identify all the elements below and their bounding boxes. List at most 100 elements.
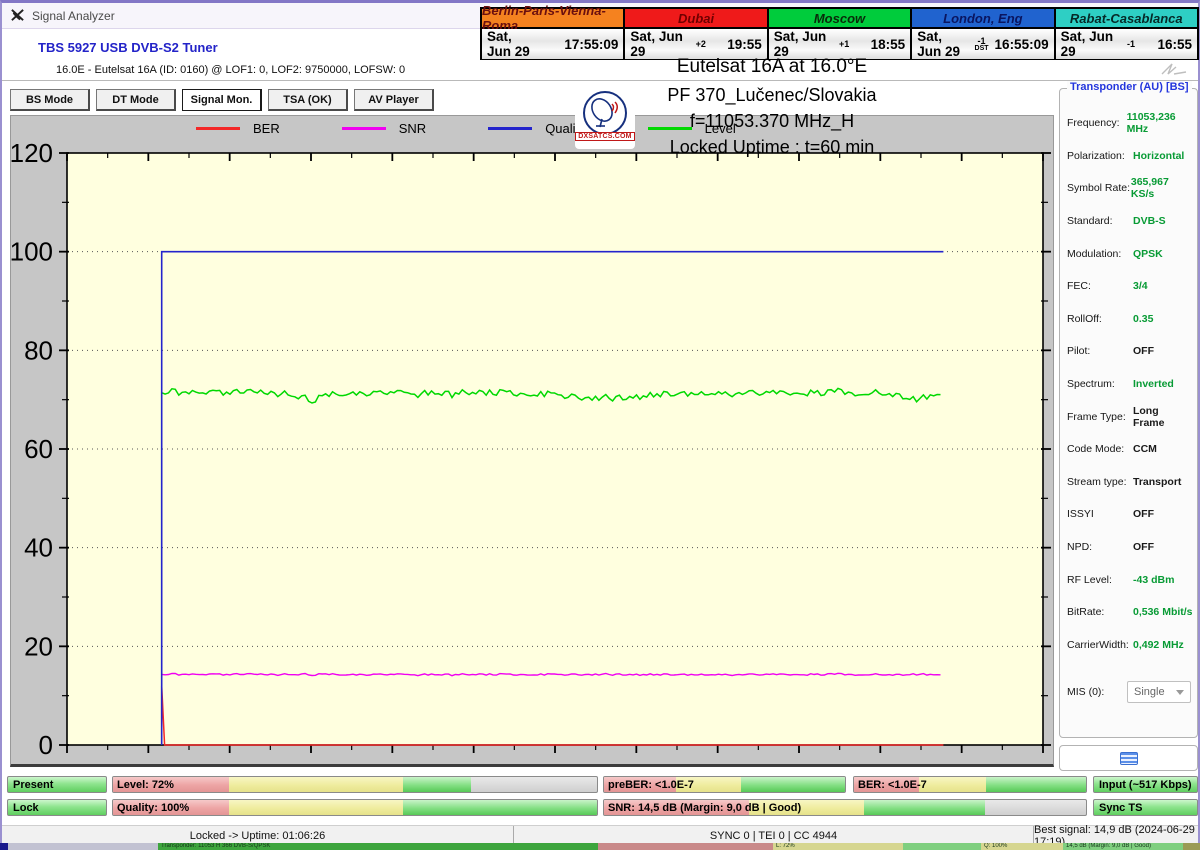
signal-chart: 020406080100120: [11, 116, 1053, 764]
bar-zone-green: [864, 800, 985, 815]
transponder-label: RF Level:: [1067, 574, 1133, 586]
transponder-row: NPD:OFF: [1067, 531, 1193, 564]
bar-zone-green: [986, 777, 1086, 792]
tab-av-player[interactable]: AV Player: [354, 89, 434, 111]
clock-time: Sat, Jun 29+219:55: [625, 29, 766, 59]
transponder-label: Modulation:: [1067, 248, 1133, 260]
bar-zone-green: [403, 777, 471, 792]
clock-5: Rabat-CasablancaSat, Jun 29-116:55: [1056, 9, 1197, 59]
transponder-label: Spectrum:: [1067, 378, 1133, 390]
transponder-row: Frame Type:Long Frame: [1067, 400, 1193, 433]
transponder-value: OFF: [1133, 508, 1154, 520]
legend-swatch: [196, 127, 240, 130]
mis-dropdown[interactable]: Single: [1127, 681, 1191, 703]
clock-2: DubaiSat, Jun 29+219:55: [625, 9, 766, 59]
clock-time: Sat, Jun 29+118:55: [769, 29, 910, 59]
bar-zone-yellow: [919, 777, 986, 792]
transponder-label: Code Mode:: [1067, 443, 1133, 455]
tab-bs-mode[interactable]: BS Mode: [10, 89, 90, 111]
transponder-row: FEC:3/4: [1067, 270, 1193, 303]
tab-tsa-ok-[interactable]: TSA (OK): [268, 89, 348, 111]
sync-ts-label: Sync TS: [1099, 802, 1142, 814]
bar-label: SNR: 14,5 dB (Margin: 9,0 dB | Good): [608, 800, 801, 815]
transponder-row: Pilot:OFF: [1067, 335, 1193, 368]
clock-city: London, Eng: [912, 9, 1053, 29]
transponder-label: Frame Type:: [1067, 411, 1133, 423]
transponder-row: RF Level:-43 dBm: [1067, 563, 1193, 596]
watermark-signature: [1160, 61, 1190, 77]
transponder-row: ISSYIOFF: [1067, 498, 1193, 531]
strip-segment: [1183, 843, 1200, 850]
svg-text:100: 100: [11, 237, 53, 267]
transponder-label: ISSYI: [1067, 508, 1133, 520]
tab-dt-mode[interactable]: DT Mode: [96, 89, 176, 111]
bar-zone-green: [741, 777, 845, 792]
transponder-value: Transport: [1133, 476, 1181, 488]
signal-chart-panel: BERSNRQualityLevel 020406080100120: [10, 115, 1054, 767]
legend-swatch: [342, 127, 386, 130]
clock-city: Berlin-Paris-Vienna-Roma: [482, 9, 623, 29]
strip-segment: Transponder: 11053 H 366 DVB-S/QPSK: [158, 843, 598, 850]
record-button[interactable]: [1059, 745, 1198, 771]
transponder-value: QPSK: [1133, 248, 1163, 260]
transponder-label: NPD:: [1067, 541, 1133, 553]
clock-time: Sat, Jun 29-116:55: [1056, 29, 1197, 59]
bar-zone-yellow: [229, 800, 403, 815]
quality-bar: Quality: 100%: [112, 799, 598, 816]
clock-3: MoscowSat, Jun 29+118:55: [769, 9, 910, 59]
transponder-panel: Transponder (AU) [BS] Frequency:11053,23…: [1059, 88, 1198, 738]
world-clocks: Berlin-Paris-Vienna-RomaSat, Jun 2917:55…: [480, 7, 1199, 60]
transponder-value: -43 dBm: [1133, 574, 1174, 586]
window-title: Signal Analyzer: [32, 9, 115, 23]
transponder-value: 0,536 Mbit/s: [1133, 606, 1193, 618]
logo-dish-icon: [583, 91, 627, 135]
transponder-value: Long Frame: [1133, 405, 1193, 429]
legend-item-ber: BER: [196, 121, 280, 136]
transponder-value: 11053,236 MHz: [1127, 111, 1193, 135]
tuner-name: TBS 5927 USB DVB-S2 Tuner: [38, 40, 218, 55]
legend-swatch: [488, 127, 532, 130]
transponder-row: RollOff:0.35: [1067, 303, 1193, 336]
transponder-value: Inverted: [1133, 378, 1174, 390]
clock-time: Sat, Jun 2917:55:09: [482, 29, 623, 59]
strip-segment: 14,5 dB (Margin: 9,0 dB | Good): [1063, 843, 1183, 850]
signal-analyzer-window: Signal Analyzer Berlin-Paris-Vienna-Roma…: [0, 0, 1200, 843]
clock-4: London, EngSat, Jun 29-1DST16:55:09: [912, 9, 1053, 59]
bar-label: preBER: <1.0E-7: [608, 777, 694, 792]
transponder-label: RollOff:: [1067, 313, 1133, 325]
bar-label: BER: <1.0E-7: [858, 777, 927, 792]
transponder-label: Standard:: [1067, 215, 1133, 227]
preber-bar: preBER: <1.0E-7: [603, 776, 846, 793]
logo-caption: DXSATCS.COM: [575, 132, 634, 141]
transponder-label: CarrierWidth:: [1067, 639, 1133, 651]
strip-segment: [598, 843, 773, 850]
mis-label: MIS (0):: [1067, 686, 1127, 698]
mode-tabs: BS Mode DT Mode Signal Mon. TSA (OK) AV Play…: [10, 89, 434, 111]
svg-text:120: 120: [11, 138, 53, 168]
strip-segment: [0, 843, 8, 850]
legend-label: BER: [253, 121, 280, 136]
satellite-dish-icon: [10, 8, 25, 23]
transponder-row: Standard:DVB-S: [1067, 205, 1193, 238]
sync-ts-indicator: Sync TS: [1093, 799, 1198, 816]
dxsatcs-logo: DXSATCS.COM: [575, 91, 635, 149]
transponder-row: Stream type:Transport: [1067, 466, 1193, 499]
transponder-label: Pilot:: [1067, 345, 1133, 357]
transponder-rows: Frequency:11053,236 MHzPolarization:Hori…: [1067, 107, 1193, 661]
bar-label: Quality: 100%: [117, 800, 189, 815]
tab-signal-mon-[interactable]: Signal Mon.: [182, 89, 262, 111]
transponder-row: Spectrum:Inverted: [1067, 368, 1193, 401]
transponder-value: OFF: [1133, 541, 1154, 553]
transponder-value: 0,492 MHz: [1133, 639, 1184, 651]
input-label: Input (~517 Kbps): [1099, 779, 1192, 791]
transponder-row: CarrierWidth:0,492 MHz: [1067, 629, 1193, 662]
snr-bar: SNR: 14,5 dB (Margin: 9,0 dB | Good): [603, 799, 1087, 816]
svg-text:40: 40: [24, 533, 53, 563]
transponder-label: BitRate:: [1067, 606, 1133, 618]
transponder-value: 0.35: [1133, 313, 1153, 325]
legend-item-snr: SNR: [342, 121, 426, 136]
strip-segment: L: 72%: [773, 843, 903, 850]
transponder-panel-title: Transponder (AU) [BS]: [1067, 81, 1192, 93]
strip-segment: [8, 843, 158, 850]
ber-bar: BER: <1.0E-7: [853, 776, 1087, 793]
